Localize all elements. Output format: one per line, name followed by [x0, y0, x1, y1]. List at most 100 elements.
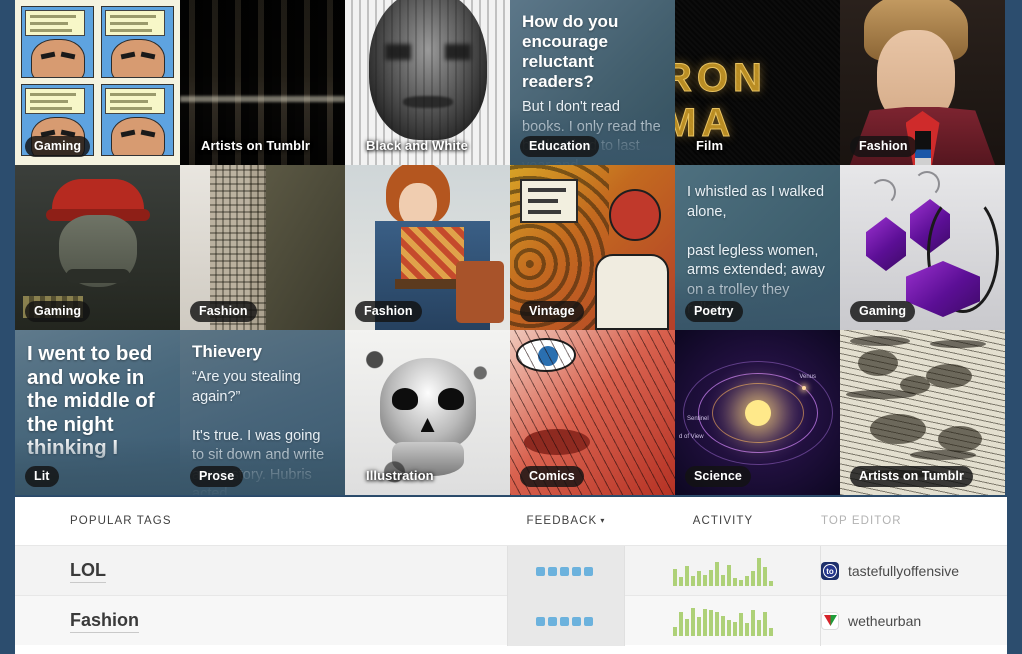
activity-cell: [625, 596, 821, 646]
text-post-title: How do you encourage reluctant readers?: [522, 12, 619, 91]
popular-tags-panel: POPULAR TAGS FEEDBACK ▾ ACTIVITY TOP EDIT…: [15, 497, 1007, 654]
activity-bar: [744, 576, 749, 586]
tile-tag-label[interactable]: Vintage: [520, 301, 584, 322]
tile-tag-label[interactable]: Black and White: [357, 136, 477, 157]
activity-bar: [708, 570, 713, 586]
feedback-square: [548, 566, 557, 576]
tile-tag-label[interactable]: Artists on Tumblr: [192, 136, 319, 157]
activity-bar: [684, 566, 689, 586]
activity-bar: [738, 580, 743, 586]
activity-bar: [726, 565, 731, 586]
feedback-square: [584, 616, 593, 626]
tile-tag-label[interactable]: Poetry: [685, 301, 743, 322]
activity-bar: [720, 616, 725, 636]
avatar: [821, 612, 839, 630]
tile-grid: Gaming Artists on Tumblr Black and White Ho…: [15, 0, 1007, 495]
tag-cell: LOL: [70, 546, 507, 596]
column-header-feedback[interactable]: FEEDBACK ▾: [507, 515, 625, 527]
table-header-row: POPULAR TAGS FEEDBACK ▾ ACTIVITY TOP EDIT…: [15, 497, 1007, 545]
activity-bar: [702, 609, 707, 636]
activity-bar: [696, 571, 701, 586]
tile-tag-label[interactable]: Prose: [190, 466, 244, 487]
tag-link[interactable]: LOL: [70, 560, 106, 583]
grid-tile[interactable]: Illustration: [345, 330, 510, 495]
avatar: [821, 562, 839, 580]
tile-tag-label[interactable]: Fashion: [355, 301, 422, 322]
grid-tile[interactable]: Venus Sentinel d of View Science: [675, 330, 840, 495]
grid-tile[interactable]: Artists on Tumblr: [180, 0, 345, 165]
grid-tile[interactable]: Fashion: [180, 165, 345, 330]
activity-bar: [768, 628, 773, 636]
tile-tag-label[interactable]: Gaming: [25, 136, 91, 157]
grid-tile[interactable]: How do you encourage reluctant readers? B…: [510, 0, 675, 165]
feedback-square: [536, 566, 545, 576]
feedback-square: [548, 616, 557, 626]
feedback-square: [560, 616, 569, 626]
activity-bar: [672, 627, 677, 636]
activity-bar: [672, 569, 677, 586]
tile-tag-label[interactable]: Comics: [520, 466, 584, 487]
activity-bar: [762, 612, 767, 636]
space-label-venus: Venus: [799, 374, 816, 380]
tile-tag-label[interactable]: Illustration: [357, 466, 443, 487]
feedback-cell: [507, 596, 625, 646]
grid-tile[interactable]: Black and White: [345, 0, 510, 165]
tag-cell: Fashion: [70, 596, 507, 646]
grid-tile[interactable]: I whistled as I walked alone, past legles…: [675, 165, 840, 330]
activity-bar: [732, 622, 737, 636]
tile-tag-label[interactable]: Artists on Tumblr: [850, 466, 973, 487]
activity-bar: [744, 623, 749, 636]
poster-title-text: RON MA: [675, 56, 767, 146]
activity-bar: [678, 612, 683, 636]
grid-tile[interactable]: I went to bed and woke in the middle of …: [15, 330, 180, 495]
feedback-cell: [507, 546, 625, 596]
feedback-square: [560, 566, 569, 576]
column-header-popular-tags: POPULAR TAGS: [70, 515, 172, 527]
tile-tag-label[interactable]: Education: [520, 136, 600, 157]
table-row[interactable]: LOL tastefullyoffensive: [15, 545, 1007, 596]
grid-tile[interactable]: Fashion: [840, 0, 1005, 165]
editor-name[interactable]: wetheurban: [848, 613, 921, 629]
activity-bar: [762, 567, 767, 586]
activity-bar: [750, 610, 755, 636]
tile-tag-label[interactable]: Film: [687, 136, 732, 157]
feedback-square: [572, 616, 581, 626]
activity-bar: [696, 617, 701, 636]
activity-bar: [678, 577, 683, 586]
activity-bar: [708, 610, 713, 636]
grid-tile[interactable]: Artists on Tumblr: [840, 330, 1005, 495]
grid-tile[interactable]: Comics: [510, 330, 675, 495]
column-header-activity: ACTIVITY: [692, 515, 754, 527]
space-label-sentinel: Sentinel: [687, 416, 709, 422]
grid-tile[interactable]: Gaming: [15, 165, 180, 330]
activity-bar: [750, 571, 755, 586]
activity-bar: [756, 558, 761, 586]
grid-tile[interactable]: Fashion: [345, 165, 510, 330]
editor-name[interactable]: tastefullyoffensive: [848, 563, 959, 579]
tile-tag-label[interactable]: Lit: [25, 466, 59, 487]
activity-bar: [756, 620, 761, 636]
table-row[interactable]: Fashion wetheurban: [15, 595, 1007, 646]
activity-bar: [702, 575, 707, 586]
tile-tag-label[interactable]: Science: [685, 466, 751, 487]
grid-tile[interactable]: Thievery “Are you stealing again?” It's t…: [180, 330, 345, 495]
top-editor-cell: tastefullyoffensive: [821, 546, 1022, 596]
grid-tile[interactable]: Vintage: [510, 165, 675, 330]
grid-tile[interactable]: Gaming: [840, 165, 1005, 330]
tile-tag-label[interactable]: Fashion: [850, 136, 917, 157]
tag-link[interactable]: Fashion: [70, 610, 140, 633]
grid-tile[interactable]: Gaming: [15, 0, 180, 165]
feedback-square: [572, 566, 581, 576]
tile-tag-label[interactable]: Fashion: [190, 301, 257, 322]
table-body: LOL tastefullyoffensive Fashion wetheurban: [15, 545, 1007, 646]
space-label-field-of-view: d of View: [679, 434, 704, 440]
feedback-square: [536, 616, 545, 626]
activity-bar: [732, 578, 737, 586]
tile-tag-label[interactable]: Gaming: [850, 301, 916, 322]
text-post-title: I went to bed and woke in the middle of …: [27, 342, 155, 459]
activity-bar: [714, 562, 719, 586]
page-root: Gaming Artists on Tumblr Black and White Ho…: [0, 0, 1022, 654]
column-header-feedback-label: FEEDBACK: [526, 515, 598, 527]
tile-tag-label[interactable]: Gaming: [25, 301, 91, 322]
grid-tile[interactable]: RON MA Film: [675, 0, 840, 165]
